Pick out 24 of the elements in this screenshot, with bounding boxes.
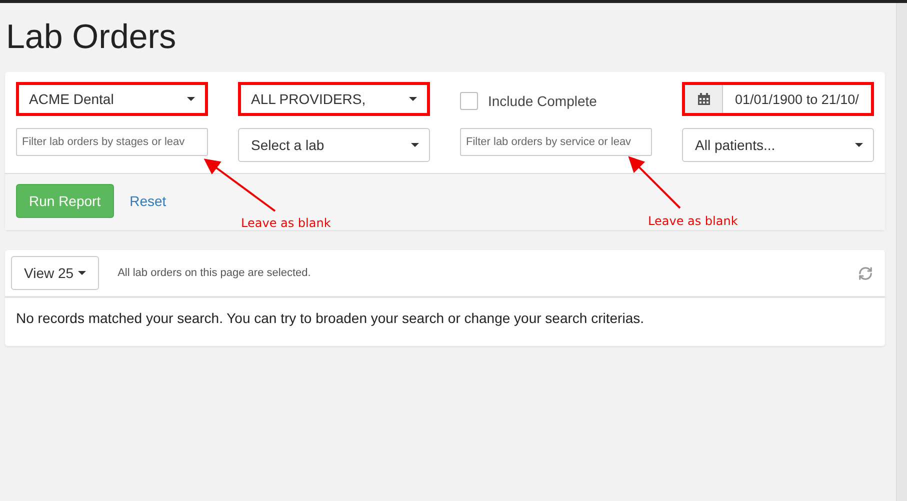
page-size-dropdown[interactable]: View 25 — [11, 256, 99, 290]
dropdown[interactable]: ACME Dental — [16, 82, 208, 116]
caret-icon — [411, 143, 419, 147]
checkbox-label: Include Complete — [488, 93, 597, 109]
calendar-icon — [698, 93, 710, 105]
dropdown[interactable]: All patients... — [682, 128, 874, 162]
dropdown[interactable]: Select a lab — [238, 128, 430, 162]
annotation-text: Leave as blank — [241, 216, 331, 230]
empty-message: No records matched your search. You can try to broaden your search or change your search criterias. — [15, 309, 645, 328]
reset-link[interactable]: Reset — [130, 193, 166, 209]
filter-input[interactable]: Filter lab orders by stages or leav — [16, 128, 208, 156]
caret-icon — [78, 271, 86, 275]
selection-note: All lab orders on this page are selected. — [118, 267, 312, 279]
checkbox[interactable] — [460, 92, 478, 110]
caret-icon — [409, 97, 417, 101]
dropdown[interactable]: ALL PROVIDERS, — [238, 82, 430, 116]
annotation-text: Leave as blank — [648, 214, 738, 228]
caret-icon — [855, 143, 863, 147]
filter-input[interactable]: Filter lab orders by service or leav — [460, 128, 652, 156]
page-title: Lab Orders — [6, 17, 178, 57]
caret-icon — [187, 97, 195, 101]
date-range-field[interactable]: 01/01/1900 to 21/10/ — [682, 82, 874, 116]
refresh-icon[interactable] — [858, 266, 873, 280]
scrollbar[interactable] — [896, 3, 907, 501]
